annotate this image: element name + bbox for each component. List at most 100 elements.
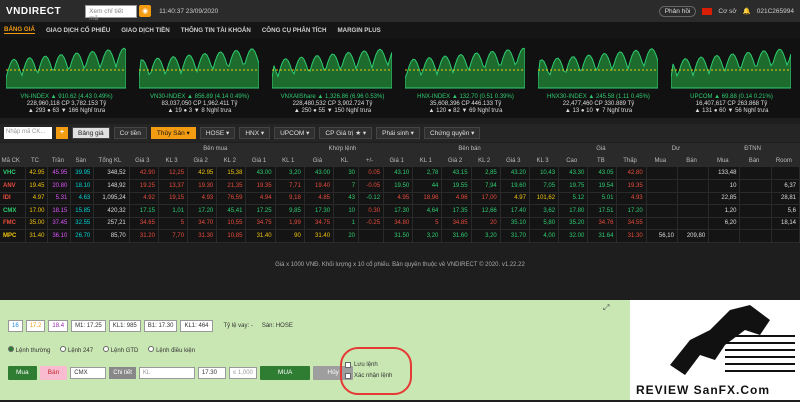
index-card[interactable]: HNX30-INDEX ▲ 245.58 (1.11 0.45%) 22,477,… bbox=[532, 38, 665, 118]
index-name: VNXAllShare ▲ 1,326.86 (6.96 0.53%) bbox=[280, 94, 385, 100]
index-card[interactable]: UPCOM ▲ 69.88 (0.14 0.21%) 16,407,617 CP … bbox=[665, 38, 798, 118]
table-cell: 15.85 bbox=[70, 204, 95, 218]
column-header[interactable]: KL 3 bbox=[158, 155, 189, 167]
column-header[interactable]: Giá bbox=[304, 155, 335, 167]
cp-value-dropdown[interactable]: CP Giá trị ★ ▾ bbox=[319, 127, 373, 139]
order-type-gtd[interactable]: Lệnh GTD bbox=[103, 346, 138, 354]
index-stats: ▲ 131 ● 60 ▼ 56 Nghỉ trưa bbox=[694, 108, 769, 114]
column-header[interactable]: Bán bbox=[739, 155, 772, 167]
base-label[interactable]: Cơ sở bbox=[718, 8, 736, 15]
sell-tab[interactable]: Bán bbox=[39, 366, 68, 380]
column-header[interactable]: Giá 1 bbox=[383, 155, 414, 167]
b1-price: B1: 17.30 bbox=[143, 320, 178, 332]
quantity-field[interactable]: KL bbox=[138, 367, 195, 379]
symbol-field[interactable]: CMX bbox=[70, 367, 107, 379]
menu-item[interactable]: THÔNG TIN TÀI KHOẢN bbox=[181, 27, 251, 34]
column-header[interactable]: Giá 3 bbox=[129, 155, 159, 167]
upcom-dropdown[interactable]: UPCOM ▾ bbox=[274, 127, 316, 139]
search-input[interactable]: Xem chỉ tiết mã bbox=[85, 4, 138, 22]
column-header[interactable]: KL 3 bbox=[529, 155, 560, 167]
base-tab[interactable]: Cơ tiền bbox=[113, 127, 147, 139]
index-card[interactable]: HNX-INDEX ▲ 132.70 (0.51 0.39%) 35,608,39… bbox=[399, 38, 532, 118]
expand-icon[interactable]: ⤢ bbox=[603, 303, 609, 313]
add-button[interactable]: + bbox=[56, 127, 68, 139]
table-cell: 17.00 bbox=[25, 204, 49, 218]
column-header[interactable]: Mua bbox=[708, 155, 741, 167]
price-field[interactable]: 17.30 bbox=[197, 367, 226, 379]
detail-button[interactable]: Chi tiết bbox=[109, 367, 136, 379]
column-header[interactable]: Mua bbox=[646, 155, 678, 167]
column-header[interactable]: Cao bbox=[558, 155, 589, 167]
table-cell: 17.51 bbox=[587, 204, 618, 218]
column-header[interactable]: Giá 1 bbox=[245, 155, 276, 167]
order-type-247[interactable]: Lệnh 247 bbox=[60, 346, 93, 354]
column-header[interactable]: KL 2 bbox=[471, 155, 501, 167]
column-header[interactable]: Giá 2 bbox=[187, 155, 218, 167]
table-cell: 43 bbox=[333, 192, 360, 205]
column-header[interactable]: Mã CK bbox=[0, 155, 26, 167]
column-header[interactable]: Giá 3 bbox=[500, 155, 530, 167]
table-cell: 17.20 bbox=[616, 204, 647, 218]
order-type-normal[interactable]: Lệnh thường bbox=[8, 346, 50, 354]
table-row[interactable]: ANV 19.45 20.80 18.10 148,92 19.25 13,37 19.30 2… bbox=[0, 179, 800, 193]
column-header[interactable]: Bán bbox=[677, 155, 710, 167]
table-row[interactable]: MPC 31.40 36.10 26.70 85,70 31.20 7,70 31.30 10,… bbox=[0, 229, 800, 243]
buy-tab[interactable]: Mua bbox=[8, 366, 37, 380]
column-header[interactable]: TB bbox=[587, 155, 618, 167]
feedback-button[interactable]: Phản hồi bbox=[658, 5, 697, 17]
column-header[interactable]: KL 1 bbox=[412, 155, 443, 167]
table-cell: 1,095,24 bbox=[93, 192, 130, 205]
table-row[interactable]: CMX 17.00 18.15 15.85 420,32 17.15 1,01 17.20 45… bbox=[0, 204, 800, 218]
index-name: VN30-INDEX ▲ 856.89 (4.14 0.49%) bbox=[150, 94, 249, 100]
symbol-search-input[interactable]: Nhập mã CK... bbox=[4, 127, 52, 139]
table-row[interactable]: VHC 42.95 45.95 39.95 348,52 42.90 12,25 42.95 1… bbox=[0, 167, 800, 180]
table-cell bbox=[677, 192, 710, 205]
sector-dropdown[interactable]: Thủy Sản ▾ bbox=[150, 127, 196, 139]
index-card[interactable]: VNXAllShare ▲ 1,326.86 (6.96 0.53%) 228,4… bbox=[266, 38, 399, 118]
warrants-dropdown[interactable]: Chứng quyền ▾ bbox=[423, 127, 481, 139]
index-stats: ▲ 293 ● 63 ▼ 166 Nghỉ trưa bbox=[27, 108, 106, 114]
table-cell: 4.63 bbox=[70, 192, 95, 205]
index-name: VN-INDEX ▲ 910.62 (4.43 0.49%) bbox=[20, 94, 113, 100]
vn-flag-icon[interactable] bbox=[702, 7, 713, 15]
submit-buy-button[interactable]: MUA bbox=[259, 366, 311, 380]
menu-item[interactable]: MARGIN PLUS bbox=[337, 27, 380, 34]
order-type-conditional[interactable]: Lệnh điều kiện bbox=[148, 346, 195, 354]
column-header[interactable]: TC bbox=[25, 155, 49, 167]
column-header[interactable]: KL bbox=[333, 155, 360, 167]
menu-item[interactable]: GIAO DỊCH TIỀN bbox=[121, 27, 169, 34]
table-cell: 5 bbox=[158, 217, 189, 230]
table-cell bbox=[739, 179, 772, 193]
table-cell: 26.70 bbox=[70, 229, 95, 243]
menu-item[interactable]: BẢNG GIÁ bbox=[4, 26, 35, 34]
column-header[interactable]: Sàn bbox=[70, 155, 95, 167]
bell-icon[interactable]: 🔔 bbox=[743, 7, 751, 15]
table-cell: 42.90 bbox=[129, 167, 159, 180]
table-cell: 148,92 bbox=[93, 179, 130, 193]
column-header[interactable]: +/- bbox=[358, 155, 385, 167]
index-sparkline bbox=[538, 48, 658, 89]
column-header[interactable]: KL 2 bbox=[216, 155, 247, 167]
menu-item[interactable]: CÔNG CỤ PHÂN TÍCH bbox=[262, 27, 327, 34]
column-header[interactable]: Giá 2 bbox=[441, 155, 472, 167]
column-header[interactable]: Room bbox=[771, 155, 800, 167]
table-cell: 4.95 bbox=[383, 192, 414, 205]
index-card[interactable]: VN30-INDEX ▲ 856.89 (4.14 0.49%) 83,037,0… bbox=[133, 38, 266, 118]
hnx-dropdown[interactable]: HNX ▾ bbox=[239, 127, 271, 139]
index-card[interactable]: VN-INDEX ▲ 910.62 (4.43 0.49%) 228,960,11… bbox=[0, 38, 133, 118]
column-header[interactable]: Thấp bbox=[616, 155, 647, 167]
account-label[interactable]: 021C265994 bbox=[757, 8, 794, 15]
board-toggle[interactable]: Bảng giá bbox=[72, 127, 110, 139]
table-cell: 35.10 bbox=[500, 217, 530, 230]
derivatives-dropdown[interactable]: Phái sinh ▾ bbox=[376, 127, 420, 139]
table-cell: 9,85 bbox=[275, 204, 305, 218]
hose-dropdown[interactable]: HOSE ▾ bbox=[199, 127, 236, 139]
eye-icon[interactable]: ◉ bbox=[139, 5, 152, 17]
menu-item[interactable]: GIAO DỊCH CỔ PHIẾU bbox=[46, 27, 110, 34]
column-header[interactable]: Trần bbox=[47, 155, 72, 167]
table-row[interactable]: FMC 35.00 37.45 32.55 257,21 34.65 5 34.70 10,55… bbox=[0, 217, 800, 230]
column-header[interactable]: KL 1 bbox=[275, 155, 305, 167]
table-cell: 1,20 bbox=[708, 204, 741, 218]
table-row[interactable]: IDI 4.97 5.31 4.63 1,095,24 4.92 19,15 4.93 76,5… bbox=[0, 192, 800, 205]
column-header[interactable]: Tổng KL bbox=[93, 155, 130, 167]
